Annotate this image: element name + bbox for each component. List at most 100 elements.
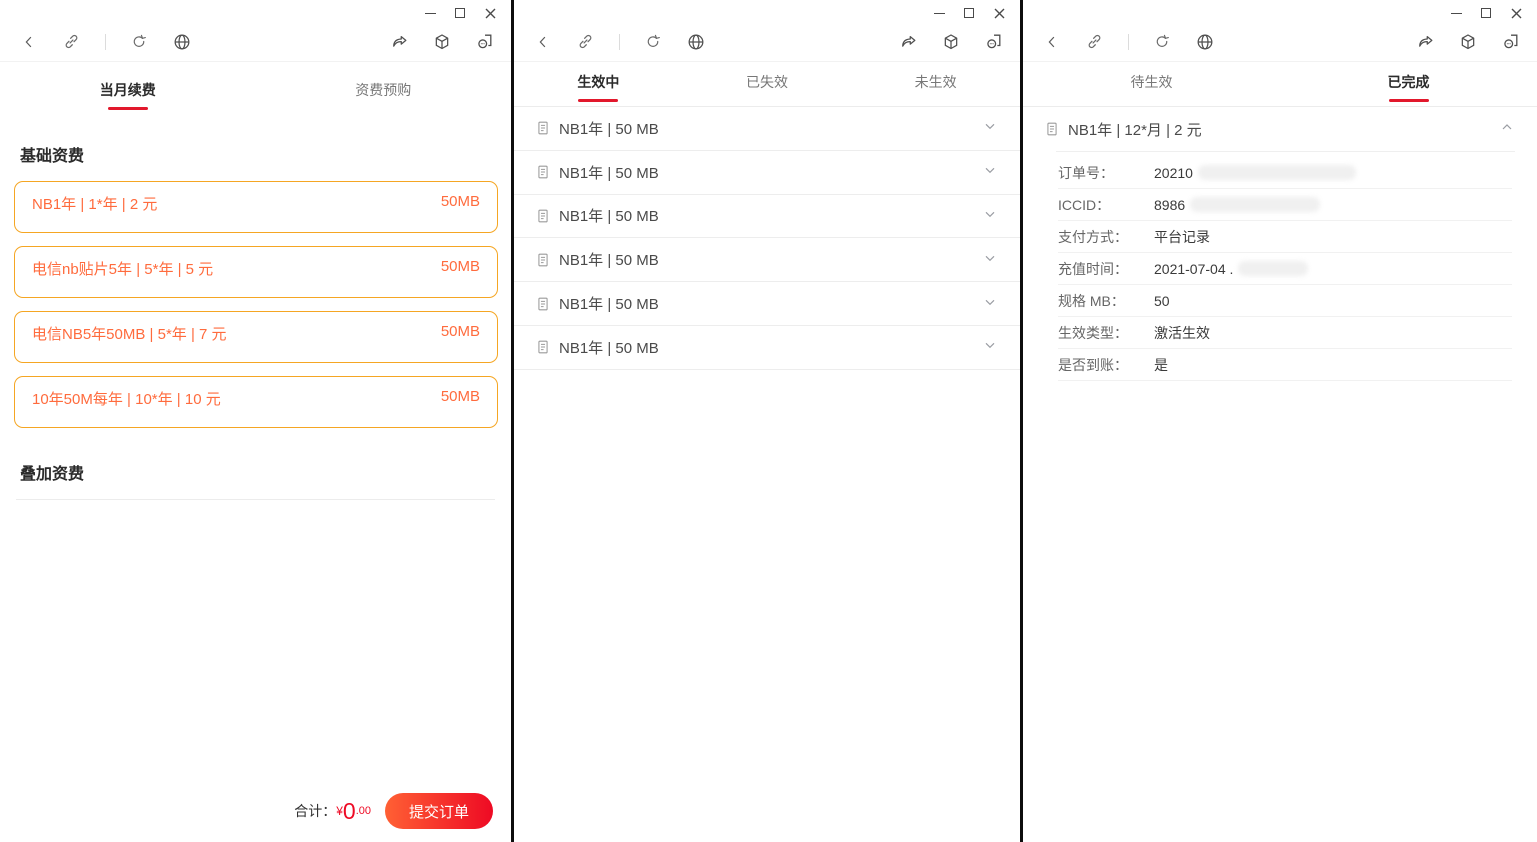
tab-current-month-renewal[interactable]: 当月续费 (0, 80, 256, 114)
refresh-icon[interactable] (644, 33, 662, 51)
back-icon[interactable] (1043, 33, 1061, 51)
total-amount-fraction: .00 (355, 805, 371, 817)
active-tab-underline (578, 99, 619, 102)
chevron-up-icon[interactable] (1499, 119, 1515, 139)
plan-spec: 50MB (440, 388, 480, 405)
tab-completed[interactable]: 已完成 (1280, 72, 1537, 106)
redaction-blur (1238, 261, 1309, 276)
order-header[interactable]: NB1年 | 12*月 | 2 元 (1023, 107, 1537, 151)
chevron-down-icon[interactable] (982, 294, 998, 314)
chevron-down-icon[interactable] (982, 162, 998, 182)
close-icon[interactable] (1501, 4, 1531, 22)
session-panel-icon[interactable] (1500, 31, 1521, 52)
plan-spec: 50MB (440, 323, 480, 340)
package-row[interactable]: NB1年 | 50 MB (514, 282, 1020, 326)
field-label: 生效类型： (1058, 324, 1128, 341)
field-value: 2021-07-04 . (1154, 260, 1234, 277)
field-value: 50 (1154, 292, 1170, 309)
tab-active[interactable]: 生效中 (514, 72, 683, 106)
titlebar (0, 0, 511, 22)
package-title: NB1年 | 50 MB (559, 164, 659, 182)
titlebar (514, 0, 1020, 22)
redaction-blur (1197, 165, 1356, 180)
back-icon[interactable] (534, 33, 552, 51)
redaction-blur (1190, 197, 1321, 212)
toolbar (514, 22, 1020, 62)
session-panel-icon[interactable] (983, 31, 1004, 52)
globe-icon[interactable] (686, 32, 706, 52)
document-icon (536, 164, 550, 180)
maximize-icon[interactable] (954, 4, 984, 22)
toolbar-divider (619, 33, 620, 50)
link-icon[interactable] (576, 32, 595, 51)
cube-icon[interactable] (941, 32, 961, 52)
package-title: NB1年 | 50 MB (559, 296, 659, 314)
chevron-down-icon[interactable] (982, 250, 998, 270)
tabbar: 生效中 已失效 未生效 (514, 62, 1020, 107)
cube-icon[interactable] (1458, 32, 1478, 52)
field-label: 订单号： (1058, 164, 1114, 181)
refresh-icon[interactable] (1153, 33, 1171, 51)
section-divider (16, 499, 495, 500)
app-window-orders: 待生效 已完成 NB1年 | 12*月 | 2 元 订单号： 20210 ICC… (1023, 0, 1537, 842)
close-icon[interactable] (475, 4, 505, 22)
field-value: 平台记录 (1154, 228, 1210, 245)
plan-card[interactable]: 10年50M每年 | 10*年 | 10 元 50MB (14, 376, 498, 428)
checkout-bar: 合计： ¥ 0 .00 提交订单 (0, 780, 511, 842)
share-icon[interactable] (1416, 32, 1436, 52)
globe-icon[interactable] (172, 32, 192, 52)
field-label: 支付方式： (1058, 228, 1128, 245)
chevron-down-icon[interactable] (982, 206, 998, 226)
tab-expired[interactable]: 已失效 (683, 72, 852, 106)
tab-label: 生效中 (577, 74, 620, 90)
minimize-icon[interactable] (1441, 4, 1471, 22)
field-row-credited: 是否到账： 是 (1058, 349, 1512, 381)
document-icon (536, 208, 550, 224)
plan-card[interactable]: NB1年 | 1*年 | 2 元 50MB (14, 181, 498, 233)
link-icon[interactable] (62, 32, 81, 51)
field-label: ICCID： (1058, 196, 1111, 213)
plan-card[interactable]: 电信NB5年50MB | 5*年 | 7 元 50MB (14, 311, 498, 363)
package-row[interactable]: NB1年 | 50 MB (514, 107, 1020, 151)
maximize-icon[interactable] (1471, 4, 1501, 22)
cube-icon[interactable] (432, 32, 452, 52)
refresh-icon[interactable] (130, 33, 148, 51)
tab-not-effective[interactable]: 未生效 (851, 72, 1020, 106)
package-row[interactable]: NB1年 | 50 MB (514, 238, 1020, 283)
minimize-icon[interactable] (924, 4, 954, 22)
share-icon[interactable] (390, 32, 410, 52)
tab-label: 已完成 (1387, 74, 1430, 90)
tabbar: 当月续费 资费预购 (0, 62, 511, 120)
minimize-icon[interactable] (415, 4, 445, 22)
tab-prepurchase[interactable]: 资费预购 (256, 80, 512, 114)
field-value: 20210 (1154, 164, 1193, 181)
globe-icon[interactable] (1195, 32, 1215, 52)
app-window-renewal: 当月续费 资费预购 基础资费 NB1年 | 1*年 | 2 元 50MB 电信n… (0, 0, 511, 842)
package-title: NB1年 | 50 MB (559, 339, 659, 357)
link-icon[interactable] (1085, 32, 1104, 51)
plan-name: 10年50M每年 | 10*年 | 10 元 (32, 391, 221, 408)
chevron-down-icon[interactable] (982, 337, 998, 357)
document-icon (536, 339, 550, 355)
field-label: 是否到账： (1058, 356, 1128, 373)
close-icon[interactable] (984, 4, 1014, 22)
tabbar: 待生效 已完成 (1023, 62, 1537, 107)
document-icon (536, 120, 550, 136)
plan-card[interactable]: 电信nb贴片5年 | 5*年 | 5 元 50MB (14, 246, 498, 298)
field-value: 是 (1154, 356, 1168, 373)
field-label: 充值时间： (1058, 260, 1128, 277)
order-title: NB1年 | 12*月 | 2 元 (1068, 121, 1202, 139)
chevron-down-icon[interactable] (982, 118, 998, 138)
session-panel-icon[interactable] (474, 31, 495, 52)
share-icon[interactable] (899, 32, 919, 52)
package-row[interactable]: NB1年 | 50 MB (514, 151, 1020, 195)
submit-order-button[interactable]: 提交订单 (385, 793, 493, 829)
section-title-basic-plans: 基础资费 (20, 148, 85, 165)
tab-pending[interactable]: 待生效 (1023, 72, 1280, 106)
field-row-recharge-time: 充值时间： 2021-07-04 . (1058, 253, 1512, 285)
package-row[interactable]: NB1年 | 50 MB (514, 195, 1020, 239)
maximize-icon[interactable] (445, 4, 475, 22)
package-title: NB1年 | 50 MB (559, 208, 659, 226)
package-row[interactable]: NB1年 | 50 MB (514, 326, 1020, 370)
back-icon[interactable] (20, 33, 38, 51)
